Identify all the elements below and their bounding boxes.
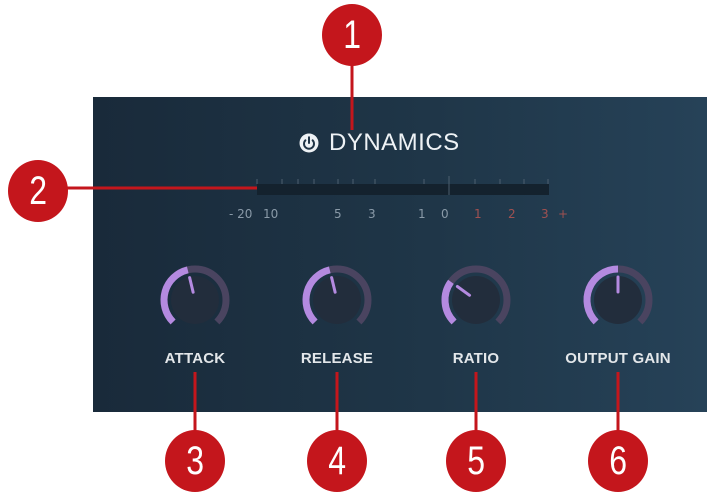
ratio-knob[interactable] — [436, 260, 516, 340]
ratio-label: RATIO — [452, 350, 500, 367]
title-row: DYNAMICS — [298, 129, 460, 156]
knob-body — [171, 276, 219, 324]
power-icon[interactable] — [298, 132, 320, 154]
attack-label: ATTACK — [164, 350, 226, 367]
callout-4: 4 — [307, 430, 367, 492]
output-gain-label: OUTPUT GAIN — [565, 350, 671, 367]
scale-label: 0 — [441, 207, 449, 221]
output-gain-knob[interactable] — [578, 260, 658, 340]
panel-title: DYNAMICS — [329, 129, 460, 156]
scale-label: + — [558, 207, 569, 221]
callout-6: 6 — [588, 430, 648, 492]
scale-label: 1 — [474, 207, 482, 221]
scale-label: 10 — [263, 207, 279, 221]
level-meter — [257, 184, 549, 195]
callout-5: 5 — [446, 430, 506, 492]
scale-label: 2 — [508, 207, 516, 221]
scale-label: 1 — [418, 207, 426, 221]
knob-body — [452, 276, 500, 324]
callout-3: 3 — [165, 430, 225, 492]
scale-label: 3 — [541, 207, 549, 221]
callout-1: 1 — [322, 4, 382, 66]
release-knob[interactable] — [297, 260, 377, 340]
scale-label: - 20 — [229, 207, 253, 221]
scale-label: 3 — [368, 207, 376, 221]
scale-label: 5 — [334, 207, 342, 221]
callout-2: 2 — [8, 160, 68, 222]
knob-body — [313, 276, 361, 324]
attack-knob[interactable] — [155, 260, 235, 340]
release-label: RELEASE — [300, 350, 374, 367]
